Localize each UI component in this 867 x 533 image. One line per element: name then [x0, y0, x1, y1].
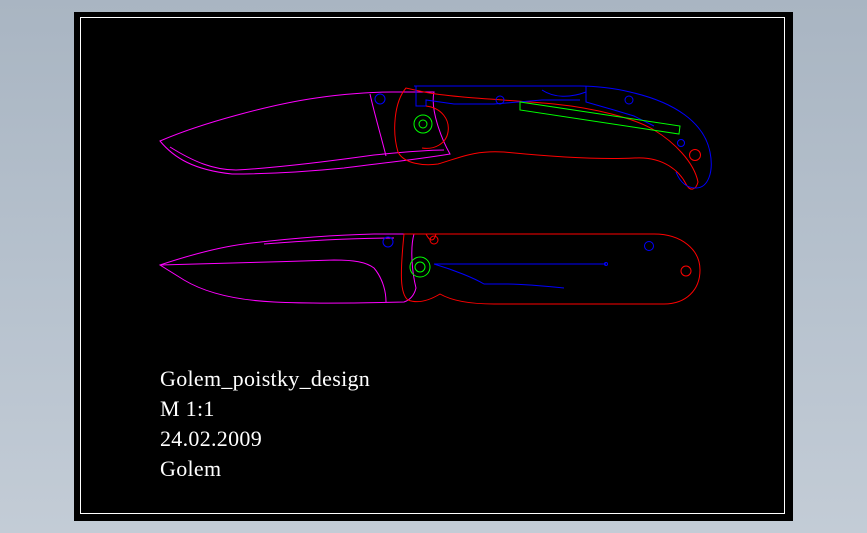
lower-pivot-inner-icon — [414, 261, 426, 273]
lower-blade-bevel — [159, 259, 387, 303]
drawing-date: 24.02.2009 — [160, 426, 262, 451]
upper-screw-3-icon — [677, 139, 685, 147]
lower-handle-outline — [400, 233, 701, 305]
upper-handle-outline — [394, 87, 699, 190]
lower-liner — [433, 263, 606, 289]
drawing-sheet: Golem_poistky_design M 1:1 24.02.2009 Go… — [74, 12, 793, 521]
upper-liner — [414, 85, 712, 189]
lower-blade-spine — [263, 237, 395, 245]
drawing-author: Golem — [160, 456, 222, 481]
upper-lock-spring — [519, 101, 681, 135]
drawing-scale: M 1:1 — [160, 396, 215, 421]
upper-screw-2-icon — [624, 95, 634, 105]
knife-lower — [158, 233, 701, 305]
lower-screw-2-icon — [644, 241, 654, 251]
lower-stop-pin-icon — [680, 265, 692, 277]
lower-pivot-outer-icon — [409, 256, 431, 278]
upper-pivot-inner-icon — [418, 119, 428, 129]
upper-tang-hole-icon — [374, 93, 386, 105]
title-block: Golem_poistky_design M 1:1 24.02.2009 Go… — [160, 364, 370, 484]
drawing-name: Golem_poistky_design — [160, 366, 371, 391]
upper-stop-pin-icon — [689, 149, 701, 161]
knife-upper — [159, 85, 712, 190]
upper-pivot-outer-icon — [413, 114, 433, 134]
lower-blade — [158, 233, 417, 304]
upper-blade — [159, 91, 451, 175]
